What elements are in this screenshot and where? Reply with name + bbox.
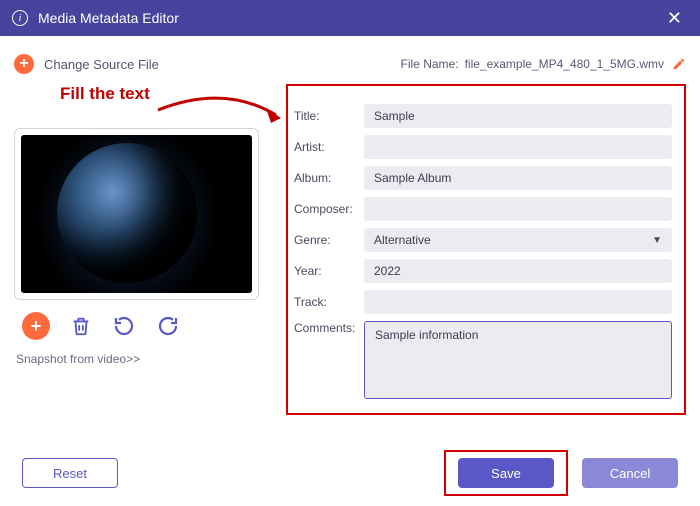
artist-input[interactable] <box>364 135 672 159</box>
video-thumbnail[interactable] <box>21 135 252 293</box>
add-thumbnail-button[interactable]: + <box>22 312 50 340</box>
artist-label: Artist: <box>294 140 364 154</box>
window-title: Media Metadata Editor <box>38 10 179 26</box>
genre-value: Alternative <box>374 233 431 247</box>
snapshot-from-video-link[interactable]: Snapshot from video>> <box>14 352 286 366</box>
album-label: Album: <box>294 171 364 185</box>
year-input[interactable] <box>364 259 672 283</box>
comments-label: Comments: <box>294 321 364 335</box>
metadata-form-highlight: Title: Artist: Album: Composer: <box>286 84 686 415</box>
file-name-value: file_example_MP4_480_1_5MG.wmv <box>465 57 664 71</box>
titlebar: i Media Metadata Editor ✕ <box>0 0 700 36</box>
track-input[interactable] <box>364 290 672 314</box>
rotate-ccw-icon[interactable] <box>112 314 136 338</box>
genre-label: Genre: <box>294 233 364 247</box>
album-input[interactable] <box>364 166 672 190</box>
change-source-file-link[interactable]: Change Source File <box>44 57 159 72</box>
thumbnail-toolbar: + <box>14 312 286 340</box>
track-label: Track: <box>294 295 364 309</box>
footer: Reset Save Cancel <box>0 440 700 506</box>
delete-thumbnail-icon[interactable] <box>70 315 92 337</box>
title-label: Title: <box>294 109 364 123</box>
chevron-down-icon: ▼ <box>652 235 662 246</box>
file-name-label: File Name: <box>401 57 459 71</box>
composer-input[interactable] <box>364 197 672 221</box>
reset-button[interactable]: Reset <box>22 458 118 488</box>
topbar: + Change Source File File Name: file_exa… <box>14 50 686 78</box>
cancel-button[interactable]: Cancel <box>582 458 678 488</box>
composer-label: Composer: <box>294 202 364 216</box>
edit-filename-icon[interactable] <box>672 57 686 71</box>
rotate-cw-icon[interactable] <box>156 314 180 338</box>
change-source-plus-icon[interactable]: + <box>14 54 34 74</box>
metadata-editor-window: i Media Metadata Editor ✕ + Change Sourc… <box>0 0 700 506</box>
save-button[interactable]: Save <box>458 458 554 488</box>
thumbnail-frame <box>14 128 259 300</box>
year-label: Year: <box>294 264 364 278</box>
comments-textarea[interactable] <box>364 321 672 399</box>
title-input[interactable] <box>364 104 672 128</box>
genre-select[interactable]: Alternative ▼ <box>364 228 672 252</box>
close-icon[interactable]: ✕ <box>661 4 688 33</box>
info-icon: i <box>12 10 28 26</box>
save-button-highlight: Save <box>444 450 568 496</box>
left-panel: + Snapshot from video>> <box>14 84 286 415</box>
